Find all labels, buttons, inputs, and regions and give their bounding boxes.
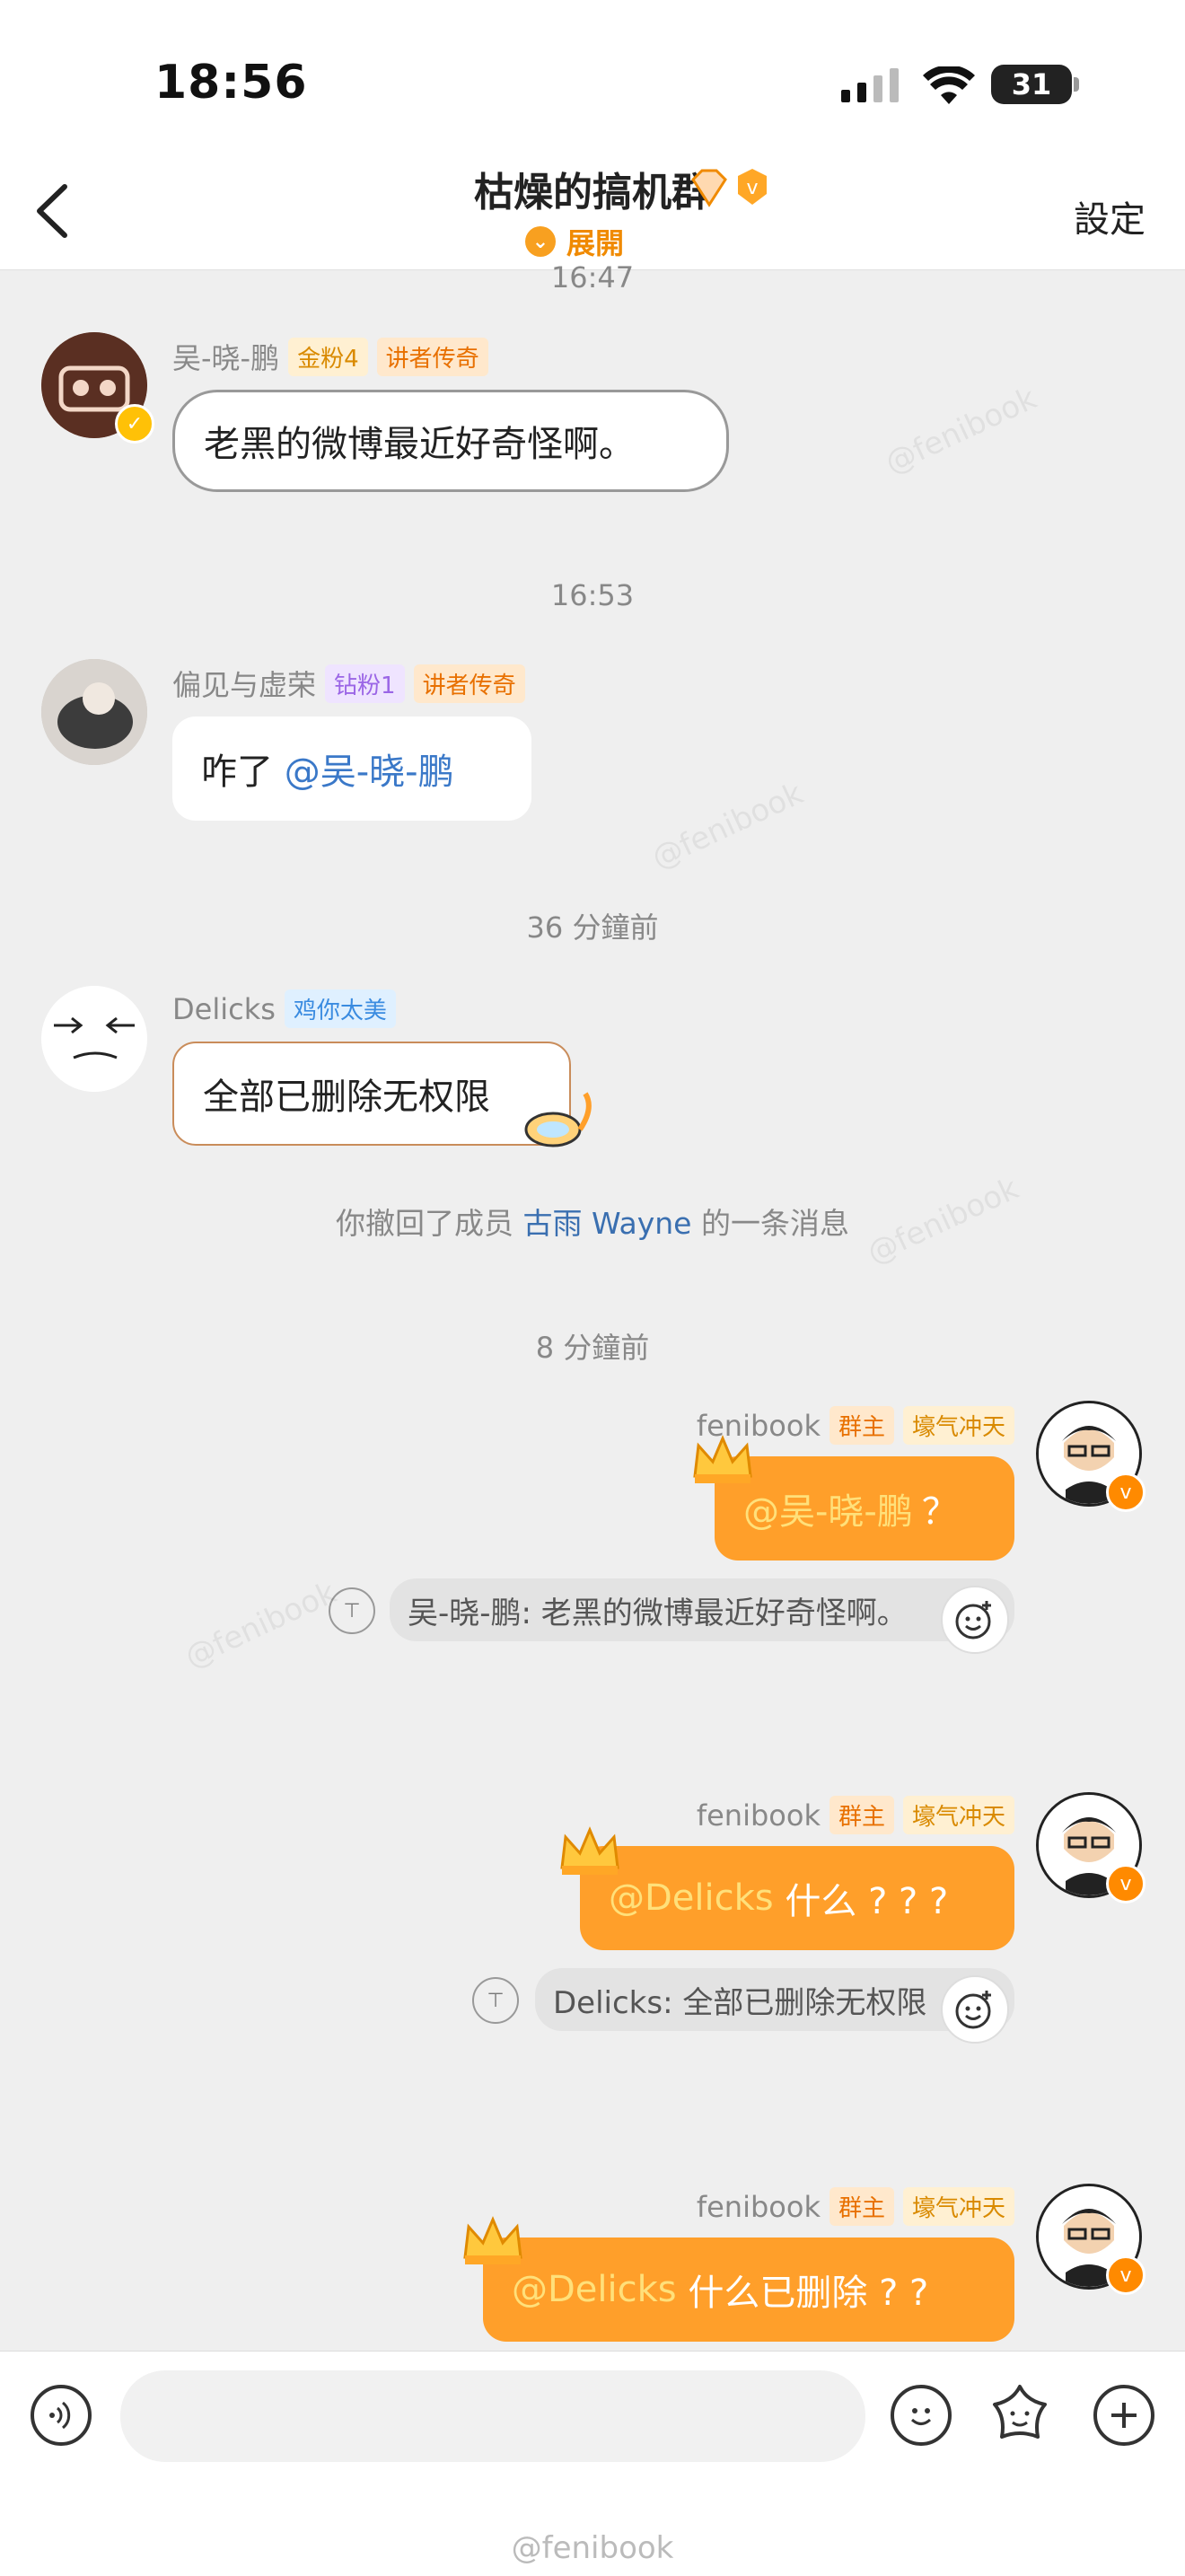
settings-button[interactable]: 設定 [1074,190,1146,242]
mention-link[interactable]: @吴-晓-鹏 [743,1482,913,1534]
title-badge: 壕气冲天 [902,2187,1014,2226]
mention-link[interactable]: @Delicks [609,1877,774,1919]
fan-badge: 金粉4 [288,337,368,376]
back-chevron-icon[interactable] [27,180,81,242]
wifi-icon [923,65,975,110]
timestamp: 8 分鐘前 [535,1331,650,1365]
sender-name[interactable]: 吴-晓-鹏 [172,336,279,377]
mention-link[interactable]: @Delicks [512,2269,677,2310]
expand-label: 展開 [566,226,625,260]
voice-icon[interactable] [31,2385,92,2446]
sender-name[interactable]: Delicks [172,992,276,1026]
battery-indicator: 31 [991,65,1072,104]
crown-icon [558,1826,621,1880]
title-badge: 讲者传奇 [413,664,525,703]
avatar[interactable] [41,986,147,1092]
message-bubble[interactable]: 全部已删除无权限 [172,1042,571,1146]
owner-badge: 群主 [829,2187,894,2226]
recall-suffix: 的一条消息 [691,1206,849,1241]
watermark: @fenibook [880,380,1042,482]
add-reaction-icon[interactable] [941,1586,1009,1654]
mention-link[interactable]: @吴-晓-鹏 [285,743,454,795]
timestamp: 36 分鐘前 [526,910,659,945]
message-text: 老黑的微博最近好奇怪啊。 [204,424,635,465]
message-bubble[interactable]: @吴-晓-鹏 ？ [715,1456,1014,1561]
message-text: 咋了 [201,752,285,793]
recall-prefix: 你撤回了成员 [336,1206,523,1241]
status-time: 18:56 [154,56,308,110]
signal-icon [839,68,904,108]
message-text: 什么 ? ? ? [773,1881,949,1922]
crown-icon [461,2216,524,2270]
message-bubble[interactable]: @Delicks 什么已删除 ? ? [483,2238,1014,2342]
footer-watermark: @fenibook [511,2530,674,2566]
snorkel-bubble-decoration-icon [521,1090,596,1162]
message-text: 什么已删除 ? ? [676,2273,929,2314]
verified-badge-icon: v [1106,1864,1146,1903]
member-link[interactable]: 古雨 Wayne [523,1206,692,1241]
fan-badge: 钻粉1 [325,664,405,703]
sender-name[interactable]: fenibook [697,2190,821,2224]
timestamp: 16:47 [550,260,635,295]
title-badge: 讲者传奇 [376,337,488,376]
sender-name[interactable]: 偏见与虚荣 [172,663,316,704]
verified-badge-icon: ✓ [115,404,154,444]
plus-icon[interactable] [1093,2385,1154,2446]
title-badge: 鸡你太美 [284,989,396,1028]
timestamp: 16:53 [550,578,635,612]
watermark: @fenibook [180,1574,342,1676]
title-badge: 壕气冲天 [902,1406,1014,1445]
crown-icon [691,1435,754,1489]
watermark: @fenibook [646,775,809,877]
chevron-down-icon: ⌄ [525,226,556,257]
emoji-icon[interactable] [891,2385,952,2446]
message-text: ？ [921,1491,958,1533]
sticker-icon[interactable] [986,2381,1054,2453]
avatar[interactable] [41,659,147,765]
owner-badge: 群主 [829,1406,894,1445]
verified-badge-icon: v [1106,1473,1146,1512]
reply-quote-icon[interactable]: ⊤ [472,1977,519,2024]
expand-button[interactable]: ⌄ 展開 [525,221,624,262]
group-badge-icons: v [688,167,774,214]
message-bubble[interactable]: 咋了 @吴-晓-鹏 [172,717,531,821]
message-bubble[interactable]: @Delicks 什么 ? ? ? [580,1846,1014,1950]
owner-badge: 群主 [829,1796,894,1834]
verified-badge-icon: v [1106,2255,1146,2295]
battery-cap [1074,77,1079,92]
sender-name[interactable]: fenibook [697,1798,821,1833]
message-text: 全部已删除无权限 [203,1077,490,1118]
message-input[interactable] [120,2370,865,2462]
add-reaction-icon[interactable] [941,1975,1009,2044]
title-badge: 壕气冲天 [902,1796,1014,1834]
quoted-message[interactable]: 吴-晓-鹏: 老黑的微博最近好奇怪啊。 [390,1578,1014,1641]
message-bubble[interactable]: 老黑的微博最近好奇怪啊。 [172,390,729,492]
svg-text:v: v [746,177,758,199]
